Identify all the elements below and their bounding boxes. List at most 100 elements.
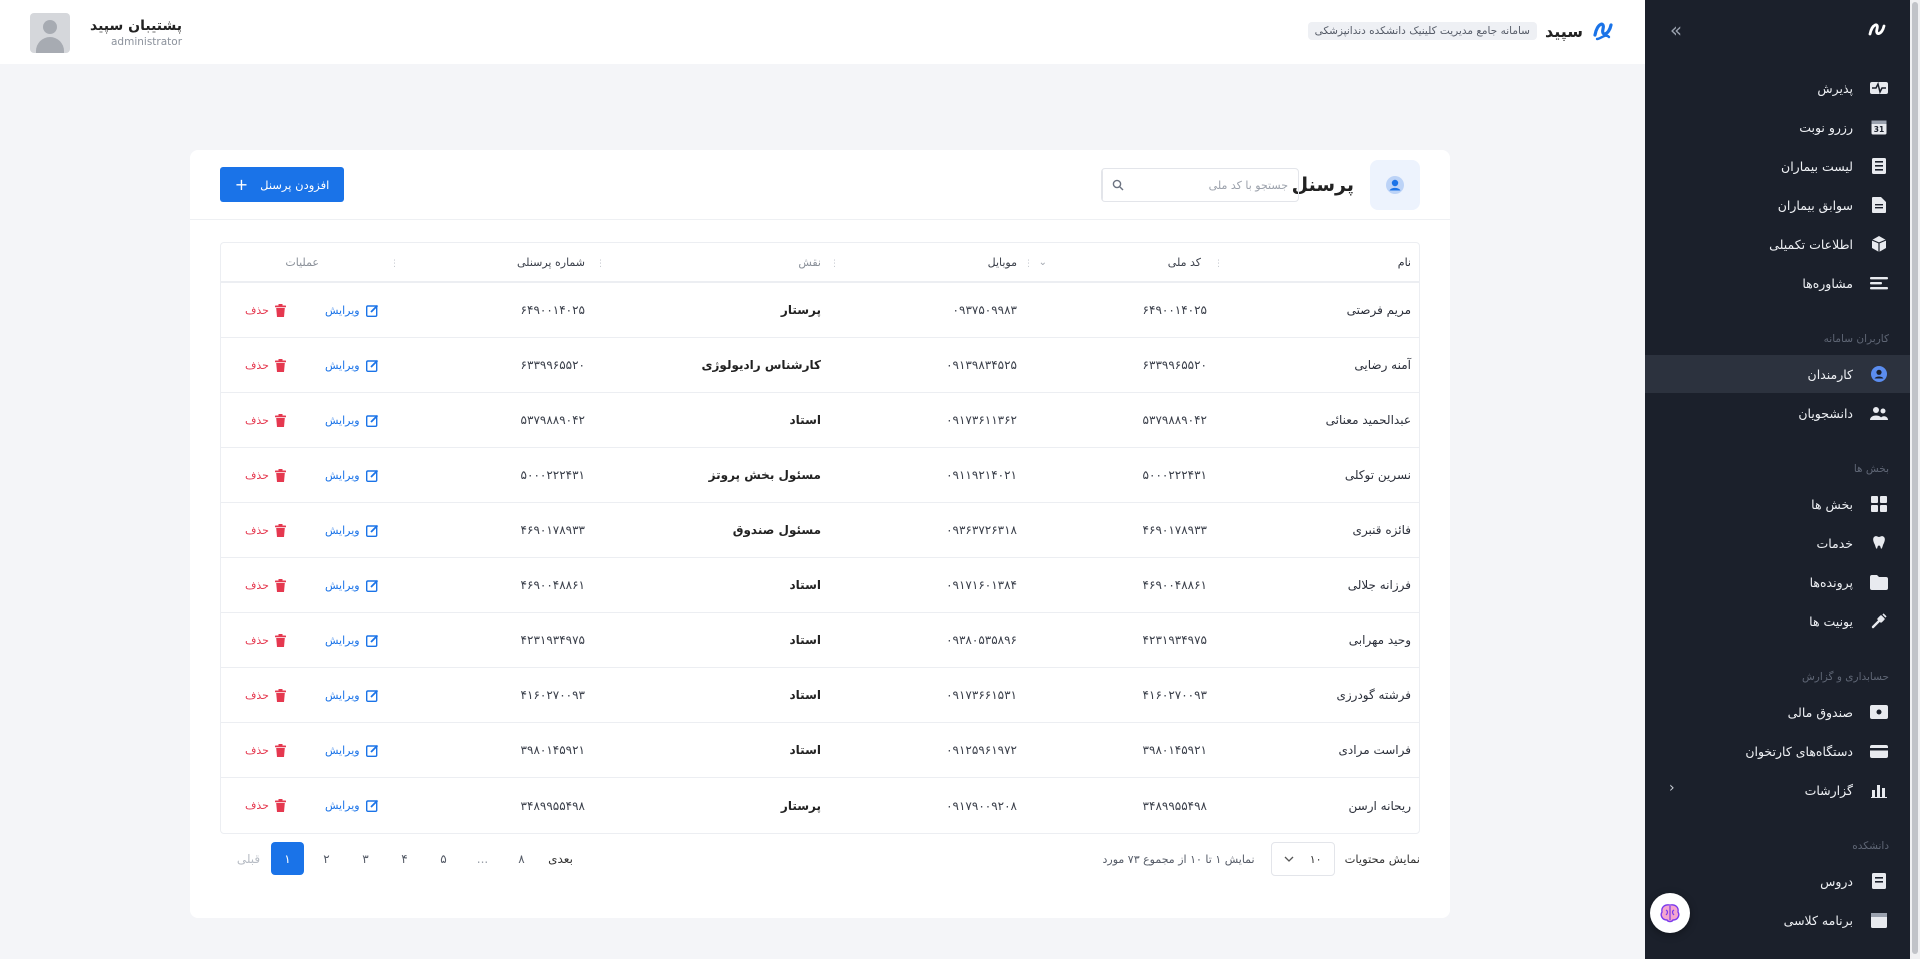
page-button[interactable]: ۳ bbox=[349, 842, 382, 875]
edit-button[interactable]: ویرایش bbox=[325, 359, 379, 372]
sidebar-item[interactable]: اطلاعات تکمیلی bbox=[1645, 225, 1910, 263]
search-icon bbox=[1112, 179, 1124, 191]
edit-button[interactable]: ویرایش bbox=[325, 414, 379, 427]
delete-label: حذف bbox=[245, 303, 269, 317]
col-national-id[interactable]: کد ملی bbox=[1168, 243, 1201, 281]
sidebar-item[interactable]: مشاوره‌ها bbox=[1645, 264, 1910, 302]
edit-button[interactable]: ویرایش bbox=[325, 634, 379, 647]
collapse-sidebar-icon[interactable]: » bbox=[1665, 20, 1687, 42]
cell-role: کارشناس رادیولوژی bbox=[701, 358, 821, 372]
sidebar-item[interactable]: صندوق مالی bbox=[1645, 693, 1910, 731]
col-name[interactable]: نام bbox=[1398, 243, 1411, 281]
svg-text:31: 31 bbox=[1874, 125, 1884, 134]
delete-button[interactable]: حذف bbox=[245, 523, 286, 537]
cell-mobile: ۰۹۱۷۹۰۰۹۲۰۸ bbox=[946, 798, 1017, 813]
page-button[interactable]: ۵ bbox=[427, 842, 460, 875]
edit-button[interactable]: ویرایش bbox=[325, 524, 379, 537]
sidebar-item[interactable]: کارمندان bbox=[1645, 355, 1910, 393]
table-row: فراست مرادی ۳۹۸۰۱۴۵۹۲۱ ۰۹۱۲۵۹۶۱۹۷۲ استاد ۳۹۸… bbox=[221, 723, 1419, 778]
search-input[interactable] bbox=[1133, 169, 1298, 201]
sidebar-item[interactable]: بخش ها bbox=[1645, 485, 1910, 523]
edit-label: ویرایش bbox=[325, 413, 360, 427]
table-row: عبدالحمید معنائی ۵۳۷۹۸۸۹۰۴۲ ۰۹۱۷۳۶۱۱۳۶۲ است… bbox=[221, 393, 1419, 448]
sidebar-item-label: لیست بیماران bbox=[1781, 158, 1853, 174]
pagination-ellipsis: ... bbox=[476, 851, 489, 866]
sidebar-item[interactable]: گزارشات bbox=[1645, 771, 1910, 809]
edit-button[interactable]: ویرایش bbox=[325, 304, 379, 317]
edit-button[interactable]: ویرایش bbox=[325, 744, 379, 757]
cell-national-id: ۳۹۸۰۱۴۵۹۲۱ bbox=[1142, 743, 1207, 757]
brand: سپید سامانه جامع مدیریت کلینیک دانشکده د… bbox=[1307, 19, 1615, 43]
delete-button[interactable]: حذف bbox=[245, 413, 286, 427]
edit-icon bbox=[365, 414, 378, 427]
list-icon bbox=[1869, 156, 1889, 176]
sidebar-item[interactable]: پذیرش bbox=[1645, 69, 1910, 107]
delete-button[interactable]: حذف bbox=[245, 468, 286, 482]
personnel-card: پرسنل افزودن پرسنل + نام ⋮ کد ملی ⋮ ⌄ مو… bbox=[190, 150, 1450, 918]
per-page-select[interactable]: ۱۰ bbox=[1270, 842, 1335, 876]
delete-button[interactable]: حذف bbox=[245, 578, 286, 592]
delete-button[interactable]: حذف bbox=[245, 743, 286, 757]
cell-personnel-no: ۶۴۹۰۰۱۴۰۲۵ bbox=[520, 303, 585, 317]
scrollbar-thumb[interactable] bbox=[1912, 2, 1918, 954]
sidebar-item[interactable]: پرونده‌ها bbox=[1645, 563, 1910, 601]
sidebar-item[interactable]: برنامه کلاسی bbox=[1645, 901, 1910, 939]
calendar-icon: 31 bbox=[1869, 117, 1889, 137]
sidebar-item[interactable]: 31 رزرو نوبت bbox=[1645, 108, 1910, 146]
user-name: پشتیبان سپید bbox=[90, 18, 183, 34]
next-page-button[interactable]: بعدی bbox=[544, 842, 577, 875]
edit-button[interactable]: ویرایش bbox=[325, 799, 379, 812]
cell-name: فرزانه جلالی bbox=[1347, 578, 1411, 592]
sidebar-item[interactable]: دروس bbox=[1645, 862, 1910, 900]
sidebar-item[interactable]: لیست بیماران bbox=[1645, 147, 1910, 185]
sidebar-item[interactable]: دانشجویان bbox=[1645, 394, 1910, 432]
edit-button[interactable]: ویرایش bbox=[325, 469, 379, 482]
user-profile[interactable]: پشتیبان سپید administrator bbox=[30, 13, 182, 53]
edit-button[interactable]: ویرایش bbox=[325, 579, 379, 592]
cell-ops: ویرایش حذف bbox=[245, 338, 385, 392]
sidebar-item[interactable]: دستگاه‌های کارتخوان bbox=[1645, 732, 1910, 770]
delete-button[interactable]: حذف bbox=[245, 633, 286, 647]
delete-button[interactable]: حذف bbox=[245, 358, 286, 372]
page-scrollbar[interactable] bbox=[1910, 0, 1920, 959]
page-title: پرسنل bbox=[1291, 174, 1354, 196]
cell-ops: ویرایش حذف bbox=[245, 393, 385, 447]
pagination: قبلی ۱ ۲ ۳ ۴ ۵... ۸ بعدی bbox=[220, 842, 585, 875]
cell-mobile: ۰۹۱۷۳۶۱۱۳۶۲ bbox=[946, 413, 1017, 427]
col-mobile[interactable]: موبایل bbox=[988, 243, 1017, 281]
page-button[interactable]: ۲ bbox=[310, 842, 343, 875]
cashbox-icon bbox=[1869, 702, 1889, 722]
sidebar-item[interactable]: سوابق بیماران bbox=[1645, 186, 1910, 224]
cell-ops: ویرایش حذف bbox=[245, 503, 385, 557]
delete-button[interactable]: حذف bbox=[245, 799, 286, 812]
table-header-row: نام ⋮ کد ملی ⋮ ⌄ موبایل ⋮ نقش ⋮ شماره پر… bbox=[221, 243, 1419, 283]
avatar[interactable] bbox=[30, 13, 70, 53]
sidebar-item[interactable]: خدمات bbox=[1645, 524, 1910, 562]
col-role[interactable]: نقش bbox=[798, 243, 821, 281]
app-logo-icon bbox=[1866, 20, 1888, 42]
col-personnel-no[interactable]: شماره پرسنلی bbox=[517, 243, 585, 281]
delete-label: حذف bbox=[245, 633, 269, 647]
edit-label: ویرایش bbox=[325, 523, 360, 537]
cell-personnel-no: ۵۳۷۹۸۸۹۰۴۲ bbox=[520, 413, 585, 427]
sidebar-item-label: صندوق مالی bbox=[1787, 704, 1853, 720]
table-row: مریم فرصتی ۶۴۹۰۰۱۴۰۲۵ ۰۹۳۷۵۰۹۹۸۳ پرستار ۶۴۹۰… bbox=[221, 283, 1419, 338]
edit-label: ویرایش bbox=[325, 799, 360, 812]
add-personnel-button[interactable]: افزودن پرسنل + bbox=[220, 167, 344, 202]
cell-ops: ویرایش حذف bbox=[245, 723, 385, 777]
trash-icon bbox=[274, 688, 286, 702]
delete-button[interactable]: حذف bbox=[245, 688, 286, 702]
cell-role: مسئول صندوق bbox=[732, 523, 821, 537]
page-button[interactable]: ۸ bbox=[505, 842, 538, 875]
prev-page-button[interactable]: قبلی bbox=[232, 842, 265, 875]
sidebar-section-title: کاربران سامانه bbox=[1823, 333, 1889, 345]
page-button[interactable]: ۴ bbox=[388, 842, 421, 875]
edit-button[interactable]: ویرایش bbox=[325, 689, 379, 702]
delete-label: حذف bbox=[245, 413, 269, 427]
cell-mobile: ۰۹۳۶۳۷۲۶۳۱۸ bbox=[946, 523, 1017, 537]
delete-button[interactable]: حذف bbox=[245, 303, 286, 317]
sidebar-item[interactable]: یونیت ها bbox=[1645, 602, 1910, 640]
sidebar-item-label: اطلاعات تکمیلی bbox=[1769, 236, 1853, 252]
page-button[interactable]: ۱ bbox=[271, 842, 304, 875]
search-button[interactable] bbox=[1102, 169, 1133, 201]
